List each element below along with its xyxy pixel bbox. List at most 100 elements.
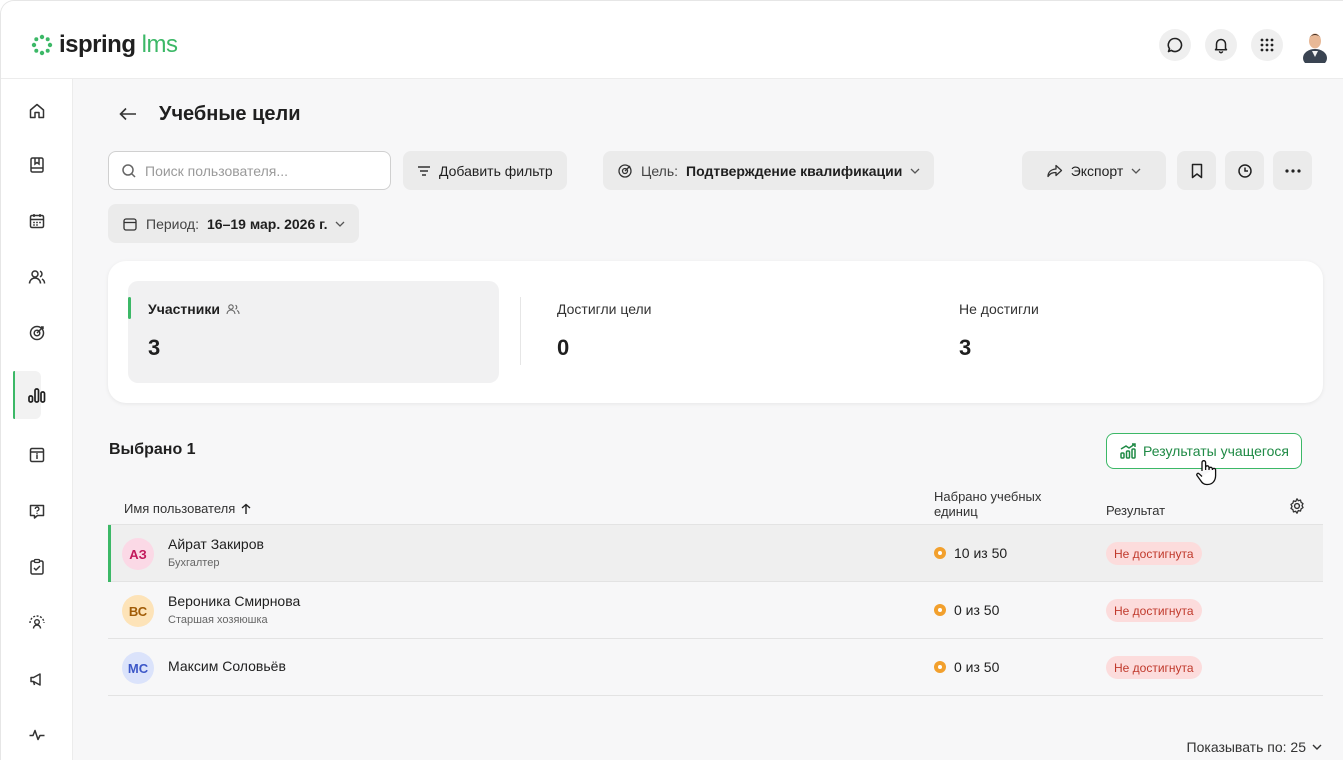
- user-name[interactable]: Айрат Закиров: [168, 536, 264, 552]
- sidebar-item-questions[interactable]: [1, 491, 73, 531]
- chevron-down-icon: [910, 168, 920, 174]
- filter-icon: [418, 165, 430, 176]
- clock-icon: [1237, 163, 1252, 178]
- chevron-down-icon: [1312, 744, 1322, 750]
- goal-prefix: Цель:: [641, 162, 679, 179]
- search-input[interactable]: [145, 162, 375, 179]
- page-size-label: Показывать по: 25: [1186, 739, 1306, 755]
- learning-units-value: 0 из 50: [954, 659, 1000, 675]
- logo[interactable]: ispring lms: [31, 31, 178, 59]
- stat-active-marker: [128, 297, 131, 319]
- bookmark-icon: [1191, 163, 1202, 178]
- gear-icon: [1290, 498, 1304, 514]
- learners-table: Имя пользователя Набрано учебных единиц …: [108, 479, 1323, 696]
- chat-icon[interactable]: [1159, 29, 1191, 61]
- stat-participants-value: 3: [148, 335, 161, 360]
- bell-icon[interactable]: [1205, 29, 1237, 61]
- coin-icon: [934, 547, 946, 559]
- toolbar: Добавить фильтр Цель: Подтверждение квал…: [108, 151, 1333, 191]
- period-prefix: Период:: [146, 215, 199, 232]
- user-role: Старшая хозяюшка: [168, 614, 268, 626]
- title-row: Учебные цели: [119, 101, 301, 127]
- avatar: АЗ: [122, 538, 154, 570]
- calendar-icon: [29, 214, 45, 229]
- bookmark-button[interactable]: [1177, 151, 1216, 190]
- info-box-icon: [29, 447, 45, 463]
- sidebar-item-calendar[interactable]: [1, 201, 73, 241]
- more-button[interactable]: [1273, 151, 1312, 190]
- stat-participants-label: Участники: [148, 301, 220, 317]
- add-filter-button[interactable]: Добавить фильтр: [403, 151, 567, 190]
- status-badge: Не достигнута: [1106, 542, 1202, 565]
- users-icon: [28, 270, 46, 284]
- app-frame: ispring lms Учебные цели Поиск пользоват…: [0, 0, 1343, 760]
- learning-units: 0 из 50: [934, 602, 999, 618]
- column-name-label: Имя пользователя: [124, 501, 236, 516]
- add-filter-label: Добавить фильтр: [439, 162, 553, 179]
- pulse-icon: [29, 729, 45, 741]
- avatar: МС: [122, 652, 154, 684]
- stat-divider: [520, 297, 521, 365]
- learning-units: 0 из 50: [934, 659, 999, 675]
- table-row[interactable]: АЗ Айрат Закиров Бухгалтер 10 из 50 Не дости…: [108, 525, 1323, 582]
- goal-select[interactable]: Цель: Подтверждение квалификации: [603, 151, 935, 190]
- sidebar-item-courses[interactable]: [1, 145, 73, 185]
- sidebar-item-home[interactable]: [1, 91, 73, 131]
- sidebar-item-announcements[interactable]: [1, 659, 73, 699]
- stats-card: Участники 3 Достигли цели 0 Не достигли …: [108, 261, 1323, 403]
- column-header-name[interactable]: Имя пользователя: [124, 501, 251, 516]
- period-value: 16–19 мар. 2026 г.: [207, 215, 328, 232]
- user-name[interactable]: Максим Соловьёв: [168, 658, 286, 674]
- clipboard-check-icon: [30, 558, 44, 575]
- stat-not-achieved-value: 3: [959, 335, 972, 360]
- bar-chart-icon: [28, 388, 46, 403]
- page-title: Учебные цели: [159, 102, 301, 125]
- sidebar-item-tasks[interactable]: [1, 547, 73, 587]
- top-bar: ispring lms: [1, 1, 1343, 79]
- stat-participants-tile[interactable]: [128, 281, 499, 383]
- sidebar-item-users[interactable]: [1, 257, 73, 297]
- sidebar-item-reports[interactable]: [1, 371, 73, 419]
- sidebar-item-activity[interactable]: [1, 715, 73, 755]
- table-row[interactable]: ВС Вероника Смирнова Старшая хозяюшка 0 из …: [108, 582, 1323, 639]
- column-header-result[interactable]: Результат: [1106, 503, 1165, 518]
- user-name[interactable]: Вероника Смирнова: [168, 593, 300, 609]
- status-badge: Не достигнута: [1106, 599, 1202, 622]
- history-button[interactable]: [1225, 151, 1264, 190]
- learning-units-value: 0 из 50: [954, 602, 1000, 618]
- apps-grid-icon[interactable]: [1251, 29, 1283, 61]
- question-icon: [29, 504, 45, 519]
- logo-text: ispring lms: [59, 31, 178, 58]
- logo-icon: [31, 34, 53, 56]
- chevron-down-icon: [336, 221, 345, 227]
- stat-achieved-label: Достигли цели: [557, 301, 652, 317]
- sidebar-item-goals[interactable]: [1, 313, 73, 353]
- sidebar-item-info[interactable]: [1, 435, 73, 475]
- learning-units-value: 10 из 50: [954, 545, 1008, 561]
- target-icon: [29, 325, 45, 341]
- user-avatar[interactable]: [1297, 27, 1333, 67]
- selected-count: Выбрано 1: [109, 441, 196, 458]
- period-select[interactable]: Период: 16–19 мар. 2026 г.: [108, 204, 360, 243]
- coin-icon: [934, 604, 946, 616]
- coin-icon: [934, 661, 946, 673]
- status-badge: Не достигнута: [1106, 656, 1202, 679]
- column-header-units[interactable]: Набрано учебных единиц: [934, 489, 1074, 519]
- back-arrow-icon[interactable]: [119, 101, 139, 127]
- table-header: Имя пользователя Набрано учебных единиц …: [108, 479, 1323, 525]
- home-icon: [29, 103, 45, 119]
- table-row[interactable]: МС Максим Соловьёв 0 из 50 Не достигнута: [108, 639, 1323, 696]
- page-size-select[interactable]: Показывать по: 25: [1187, 739, 1322, 755]
- stat-not-achieved-label: Не достигли: [959, 301, 1039, 317]
- export-button[interactable]: Экспорт: [1022, 151, 1166, 190]
- feedback-360-icon: [29, 615, 45, 629]
- sidebar: [1, 79, 73, 760]
- sidebar-item-feedback[interactable]: [1, 603, 73, 643]
- learning-units: 10 из 50: [934, 545, 1007, 561]
- users-icon: [226, 304, 240, 315]
- table-settings-button[interactable]: [1288, 497, 1306, 518]
- header-actions: [1159, 27, 1333, 67]
- more-dots-icon: [1284, 168, 1301, 173]
- main-content: Учебные цели Добавить фильтр Цель: Подтв…: [73, 79, 1343, 760]
- goal-value: Подтверждение квалификации: [686, 162, 903, 179]
